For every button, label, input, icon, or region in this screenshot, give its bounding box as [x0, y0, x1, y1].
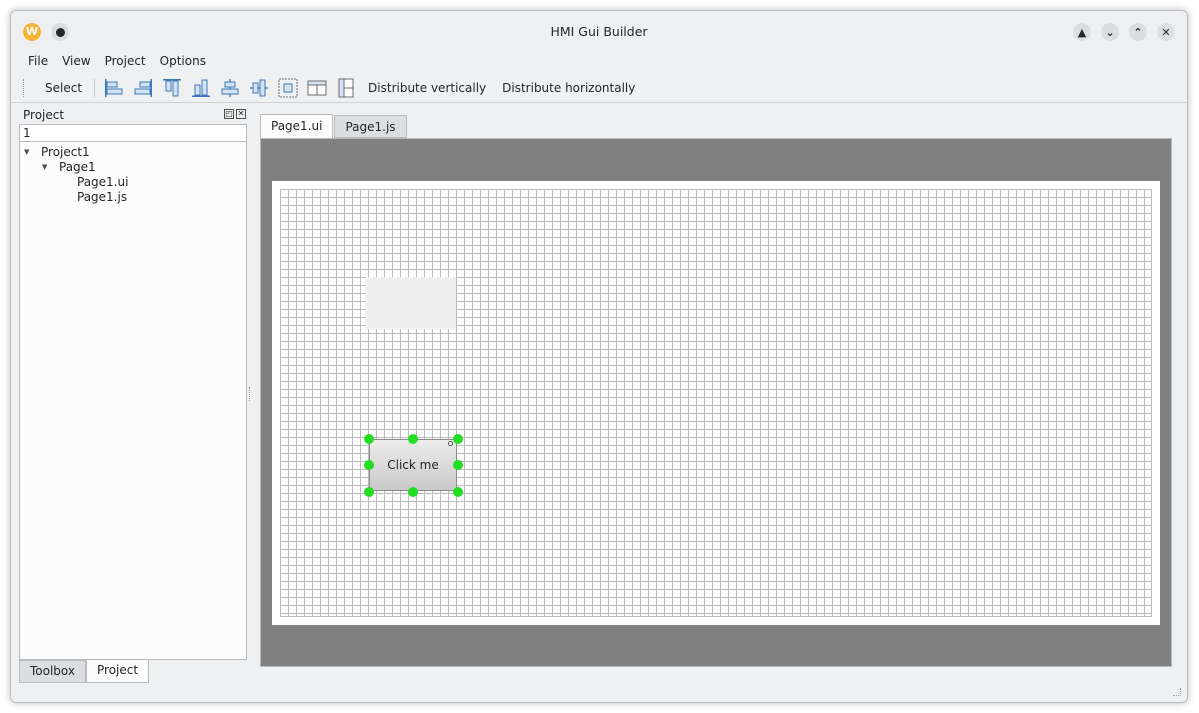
align-center-vertical-icon[interactable]: [247, 76, 271, 100]
center-in-parent-icon[interactable]: [276, 76, 300, 100]
equal-size-vertical-icon[interactable]: [334, 76, 358, 100]
menu-project[interactable]: Project: [98, 51, 153, 71]
tab-page1-js[interactable]: Page1.js: [334, 115, 407, 138]
placeholder-widget[interactable]: [366, 277, 456, 329]
main-window: W HMI Gui Builder ▲ ⌄ ⌃ ✕ File View Proj…: [10, 10, 1188, 703]
design-canvas-area[interactable]: Click me: [260, 138, 1172, 667]
tree-item-project[interactable]: ▼ Project1: [24, 144, 90, 159]
resize-handle-bottom-left[interactable]: [364, 487, 374, 497]
editor-tab-bar: Page1.ui Page1.js: [260, 114, 408, 139]
close-icon[interactable]: ✕: [1157, 23, 1175, 41]
resize-handle-top-left[interactable]: [364, 434, 374, 444]
resize-handle-top[interactable]: [408, 434, 418, 444]
tree-item-label: Page1.js: [77, 189, 128, 204]
keep-above-icon[interactable]: ⌃: [1129, 23, 1147, 41]
tree-item-label: Page1: [59, 159, 96, 174]
menu-options[interactable]: Options: [153, 51, 213, 71]
menu-file[interactable]: File: [21, 51, 55, 71]
distribute-horizontally-button[interactable]: Distribute horizontally: [494, 77, 643, 99]
menu-view[interactable]: View: [55, 51, 97, 71]
align-right-icon[interactable]: [131, 76, 155, 100]
distribute-vertically-button[interactable]: Distribute vertically: [360, 77, 494, 99]
expand-arrow-icon[interactable]: ▼: [24, 148, 34, 156]
window-title: HMI Gui Builder: [550, 24, 648, 39]
maximize-icon[interactable]: ⌄: [1101, 23, 1119, 41]
align-center-horizontal-icon[interactable]: [218, 76, 242, 100]
tab-page1-ui[interactable]: Page1.ui: [260, 114, 334, 139]
tab-toolbox[interactable]: Toolbox: [19, 660, 86, 683]
resize-handle-bottom-right[interactable]: [453, 487, 463, 497]
resize-handle-bottom[interactable]: [408, 487, 418, 497]
page-surface[interactable]: Click me: [272, 181, 1160, 625]
tree-item-label: Page1.ui: [77, 174, 129, 189]
resize-handle-top-right[interactable]: [453, 434, 463, 444]
align-left-icon[interactable]: [102, 76, 126, 100]
align-top-icon[interactable]: [160, 76, 184, 100]
expand-arrow-icon[interactable]: ▼: [42, 163, 52, 171]
equal-size-horizontal-icon[interactable]: [305, 76, 329, 100]
tab-project[interactable]: Project: [86, 660, 150, 683]
resize-handle-right[interactable]: [453, 460, 463, 470]
splitter-handle[interactable]: [249, 387, 251, 401]
click-me-button-widget[interactable]: Click me: [369, 439, 457, 491]
toolbar-grip[interactable]: [23, 78, 25, 97]
title-bar[interactable]: W HMI Gui Builder ▲ ⌄ ⌃ ✕: [11, 11, 1187, 51]
tree-item-file[interactable]: Page1.js: [77, 189, 127, 204]
project-dock: Project ◰ ✕ 1 ▼ Project1 ▼ Page1 Page1.u…: [19, 105, 248, 683]
align-bottom-icon[interactable]: [189, 76, 213, 100]
rotate-handle-icon[interactable]: [448, 441, 453, 446]
tree-item-file[interactable]: Page1.ui: [77, 174, 128, 189]
float-icon[interactable]: ◰: [224, 109, 234, 119]
menu-bar: File View Project Options: [11, 51, 213, 71]
dock-close-icon[interactable]: ✕: [236, 109, 246, 119]
tree-item-page[interactable]: ▼ Page1: [42, 159, 96, 174]
toolbar-separator: [94, 78, 96, 97]
resize-handle-left[interactable]: [364, 460, 374, 470]
tree-item-label: Project1: [41, 144, 90, 159]
window-resize-grip-icon[interactable]: [1173, 688, 1181, 696]
select-button[interactable]: Select: [37, 77, 90, 99]
project-filter-input[interactable]: 1: [19, 124, 247, 142]
design-grid[interactable]: Click me: [280, 189, 1152, 617]
project-tree: ▼ Project1 ▼ Page1 Page1.ui Page1.js: [19, 142, 247, 660]
toolbar: Select Distribute vertically Distribute …: [11, 73, 1187, 103]
dock-title: Project: [23, 108, 65, 122]
minimize-icon[interactable]: ▲: [1073, 23, 1091, 41]
